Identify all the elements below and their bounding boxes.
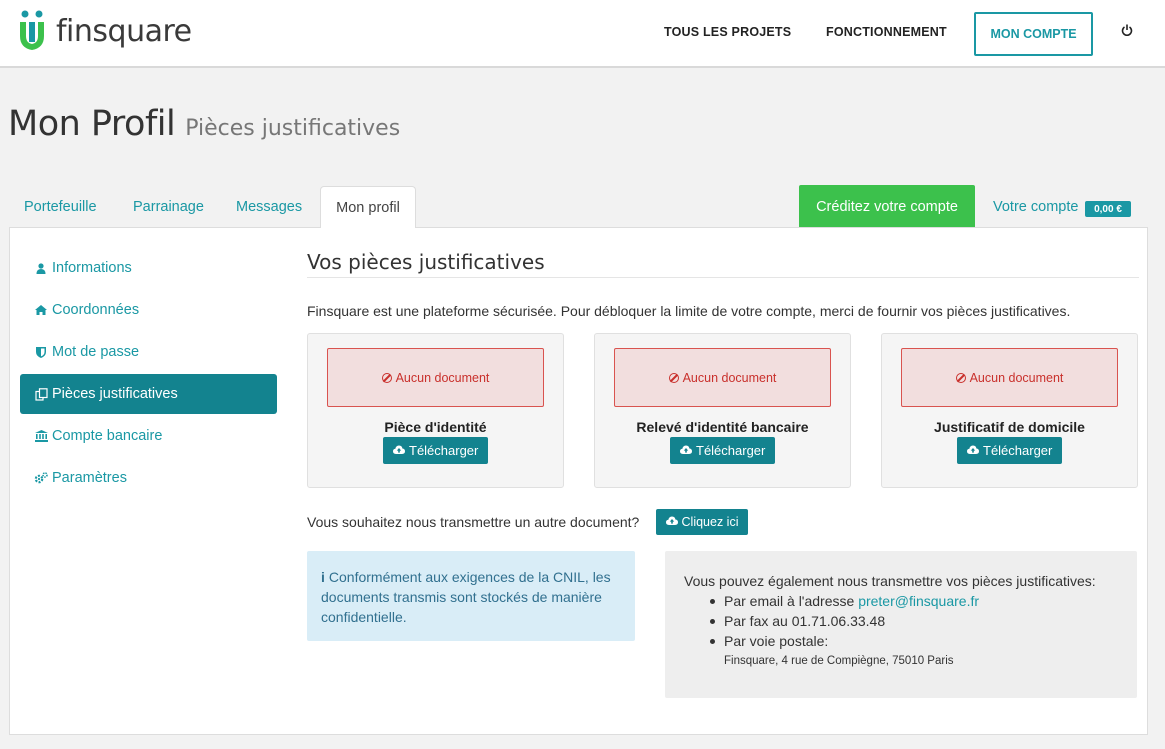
contact-fax-item: Par fax au 01.71.06.33.48: [710, 611, 1118, 631]
tab-mon-profil[interactable]: Mon profil: [320, 186, 416, 228]
upload-button[interactable]: Télécharger: [383, 437, 489, 464]
document-card-rib: Aucun document Relevé d'identité bancair…: [594, 333, 851, 488]
power-icon[interactable]: [1121, 24, 1133, 40]
no-document-alert: Aucun document: [901, 348, 1118, 407]
sidebar-item-label: Compte bancaire: [52, 428, 163, 444]
nav-how-it-works[interactable]: FONCTIONNEMENT: [826, 25, 947, 39]
contact-intro: Vous pouvez également nous transmettre v…: [684, 573, 1096, 589]
no-document-alert: Aucun document: [614, 348, 831, 407]
cloud-upload-icon: [665, 516, 678, 528]
ban-icon: [668, 372, 679, 383]
tab-parrainage[interactable]: Parrainage: [133, 199, 204, 215]
document-title: Justificatif de domicile: [934, 419, 1085, 435]
cogs-icon: [34, 472, 48, 484]
upload-button[interactable]: Télécharger: [957, 437, 1063, 464]
sidebar-item-mot-de-passe[interactable]: Mot de passe: [20, 332, 277, 372]
tab-portefeuille[interactable]: Portefeuille: [24, 199, 97, 215]
document-status: Aucun document: [395, 370, 490, 385]
sidebar-item-label: Informations: [52, 260, 132, 276]
sidebar-item-compte-bancaire[interactable]: Compte bancaire: [20, 416, 277, 456]
email-prefix: Par email à l'adresse: [724, 593, 859, 609]
contact-methods-list: Par email à l'adresse preter@finsquare.f…: [710, 591, 1118, 651]
cnil-info-text: Conformément aux exigences de la CNIL, l…: [321, 569, 611, 625]
upload-button-label: Télécharger: [983, 443, 1053, 458]
cloud-upload-icon: [393, 445, 405, 457]
upload-button-label: Télécharger: [696, 443, 766, 458]
document-card-identity: Aucun document Pièce d'identité Téléchar…: [307, 333, 564, 488]
contact-email-item: Par email à l'adresse preter@finsquare.f…: [710, 591, 1118, 611]
intro-text: Finsquare est une plateforme sécurisée. …: [307, 303, 1071, 319]
cloud-upload-icon: [680, 445, 692, 457]
document-status: Aucun document: [969, 370, 1064, 385]
cloud-upload-icon: [967, 445, 979, 457]
document-status: Aucun document: [682, 370, 777, 385]
info-icon: i: [321, 569, 325, 585]
ban-icon: [381, 372, 392, 383]
sidebar-item-informations[interactable]: Informations: [20, 248, 277, 288]
page-title: Mon Profil: [8, 104, 176, 144]
balance-badge: 0,00 €: [1085, 201, 1131, 217]
upload-button[interactable]: Télécharger: [670, 437, 776, 464]
home-icon: [34, 305, 48, 315]
page-subtitle: Pièces justificatives: [185, 116, 401, 141]
document-title: Relevé d'identité bancaire: [636, 419, 809, 435]
sidebar-item-label: Pièces justificatives: [52, 386, 178, 402]
bank-icon: [34, 430, 48, 442]
sidebar-item-coordonnees[interactable]: Coordonnées: [20, 290, 277, 330]
account-balance-link[interactable]: Votre compte: [993, 199, 1078, 215]
nav-my-account-button[interactable]: MON COMPTE: [974, 12, 1093, 56]
contact-post-item: Par voie postale:: [710, 631, 1118, 651]
ban-icon: [955, 372, 966, 383]
page-heading: Mon Profil Pièces justificatives: [8, 104, 400, 144]
top-navbar: finsquare TOUS LES PROJETS FONCTIONNEMEN…: [0, 0, 1165, 68]
other-document-button[interactable]: Cliquez ici: [656, 509, 748, 535]
contact-box: Vous pouvez également nous transmettre v…: [665, 551, 1137, 698]
sidebar-item-parametres[interactable]: Paramètres: [20, 458, 277, 498]
credit-account-button[interactable]: Créditez votre compte: [799, 185, 975, 228]
other-document-button-label: Cliquez ici: [681, 515, 739, 529]
cnil-info-box: i Conformément aux exigences de la CNIL, …: [307, 551, 635, 641]
upload-button-label: Télécharger: [409, 443, 479, 458]
divider: [307, 277, 1139, 278]
sidebar-item-pieces-justificatives[interactable]: Pièces justificatives: [20, 374, 277, 414]
document-card-domicile: Aucun document Justificatif de domicile …: [881, 333, 1138, 488]
finsquare-logo-icon: [20, 10, 44, 50]
email-link[interactable]: preter@finsquare.fr: [858, 593, 979, 609]
shield-icon: [34, 346, 48, 358]
no-document-alert: Aucun document: [327, 348, 544, 407]
user-icon: [34, 262, 48, 274]
brand-name: finsquare: [56, 13, 192, 49]
sidebar-item-label: Coordonnées: [52, 302, 140, 318]
document-title: Pièce d'identité: [384, 419, 487, 435]
sidebar-item-label: Paramètres: [52, 470, 127, 486]
nav-all-projects[interactable]: TOUS LES PROJETS: [664, 25, 791, 39]
tab-messages[interactable]: Messages: [236, 199, 302, 215]
sidebar-item-label: Mot de passe: [52, 344, 140, 360]
other-document-question: Vous souhaitez nous transmettre un autre…: [307, 514, 640, 530]
section-title: Vos pièces justificatives: [307, 250, 545, 274]
brand-logo[interactable]: finsquare: [18, 10, 192, 52]
files-icon: [34, 387, 48, 401]
postal-address: Finsquare, 4 rue de Compiègne, 75010 Par…: [724, 655, 954, 667]
